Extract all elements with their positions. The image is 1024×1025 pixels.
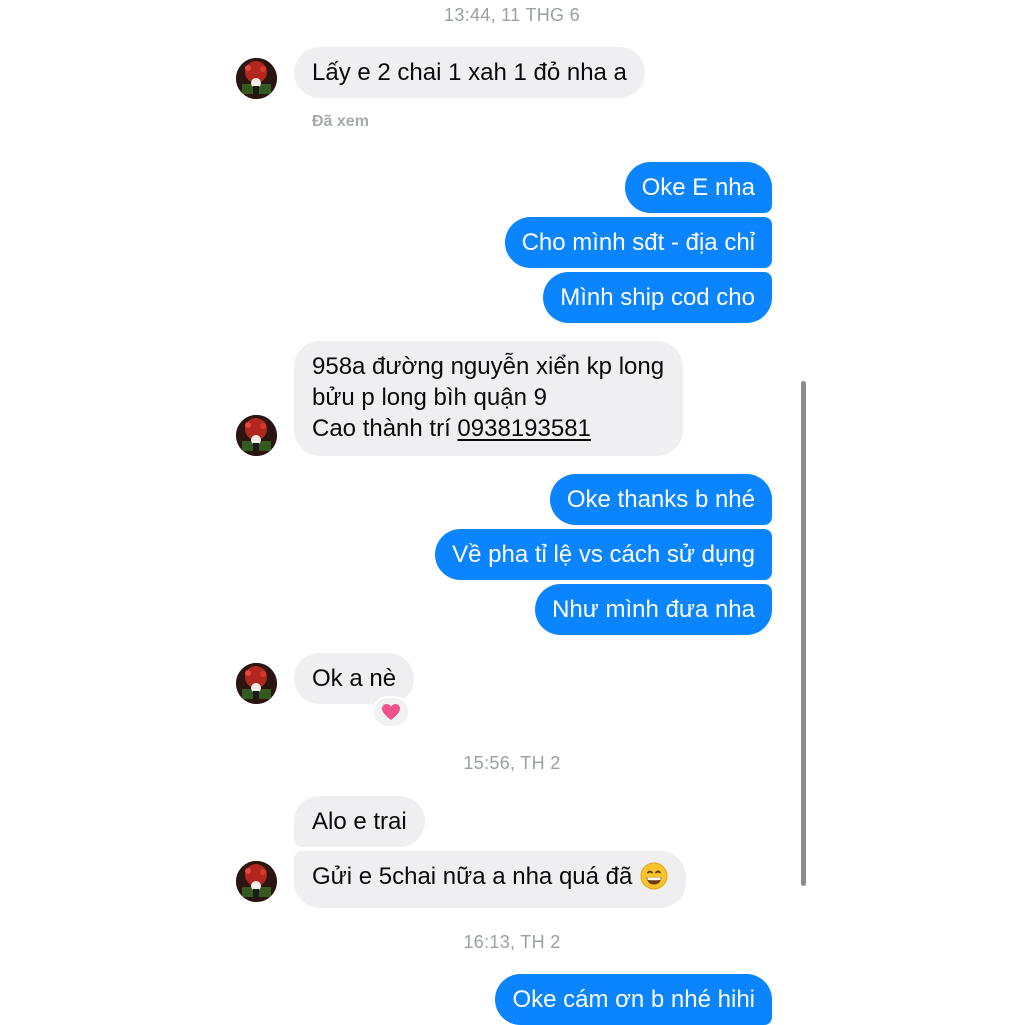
message-bubble-outgoing[interactable]: Mình ship cod cho (543, 272, 772, 323)
scrollbar[interactable] (801, 381, 806, 886)
message-bubble-outgoing[interactable]: Cho mình sđt - địa chỉ (504, 217, 772, 268)
message-bubble-incoming[interactable]: 958a đường nguyễn xiển kp long bửu p lon… (294, 341, 683, 456)
message-line: 958a đường nguyễn xiển kp long (312, 353, 665, 380)
message-bubble-outgoing[interactable]: Oke thanks b nhé (549, 474, 772, 525)
message-text: Cao thành trí (312, 415, 458, 442)
timestamp: 15:56, TH 2 (463, 753, 561, 773)
message-bubble-outgoing[interactable]: Oke cám ơn b nhé hihi (495, 974, 772, 1025)
message-line: bửu p long bìh quận 9 (312, 384, 547, 411)
timestamp: 13:44, 11 THG 6 (444, 5, 580, 25)
contact-avatar[interactable] (236, 58, 277, 99)
contact-avatar[interactable] (236, 861, 277, 902)
contact-avatar[interactable] (236, 415, 277, 456)
message-bubble-outgoing[interactable]: Như mình đưa nha (535, 584, 772, 635)
seen-label: Đã xem (312, 113, 369, 130)
message-bubble-outgoing[interactable]: Oke E nha (624, 162, 772, 213)
message-bubble-outgoing[interactable]: Về pha tỉ lệ vs cách sử dụng (435, 529, 772, 580)
grinning-face-icon (640, 862, 668, 898)
timestamp: 16:13, TH 2 (463, 932, 561, 952)
message-bubble-incoming[interactable]: Gửi e 5chai nữa a nha quá đã (294, 851, 687, 908)
reaction-badge[interactable] (372, 696, 410, 728)
message-text: Gửi e 5chai nữa a nha quá đã (312, 863, 633, 890)
message-line: Cao thành trí 0938193581 (312, 413, 665, 444)
contact-avatar[interactable] (236, 663, 277, 704)
phone-number-link[interactable]: 0938193581 (457, 415, 590, 442)
message-bubble-incoming[interactable]: Lấy e 2 chai 1 xah 1 đỏ nha a (294, 47, 645, 98)
message-bubble-incoming[interactable]: Alo e trai (294, 796, 425, 847)
heart-icon (382, 704, 400, 720)
